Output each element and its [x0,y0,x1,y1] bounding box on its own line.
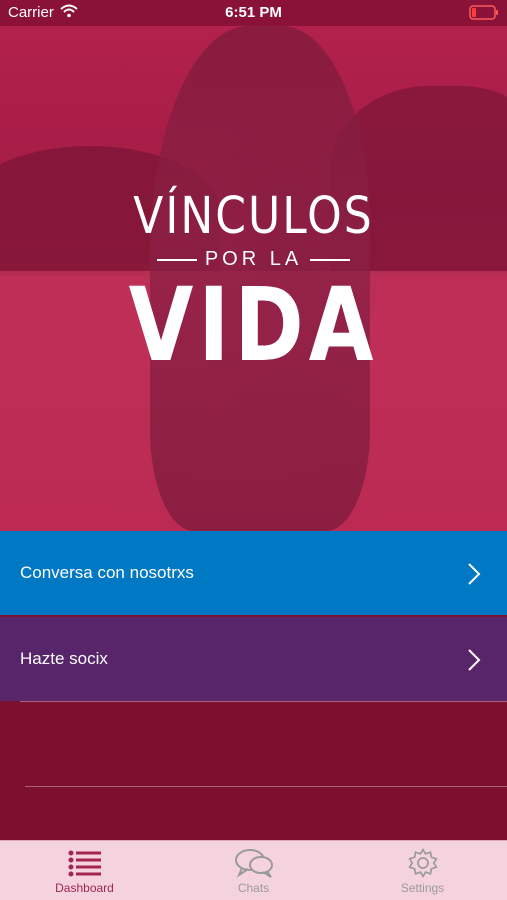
menu-item-label: Hazte socix [20,649,108,668]
battery-icon [469,5,499,20]
logo-line-1: VÍNCULOS [133,187,374,246]
tab-label: Chats [237,881,270,895]
status-time: 6:51 PM [225,4,282,21]
chevron-right-icon [467,562,481,586]
tab-label: Dashboard [55,881,114,895]
tab-chats[interactable]: Chats [169,841,338,900]
tab-label: Settings [400,881,445,895]
list-icon [68,850,101,877]
tab-settings[interactable]: Settings [338,841,507,900]
logo-rule [156,258,197,261]
hero-banner: VÍNCULOS POR LA VIDA [0,26,507,531]
app-logo: VÍNCULOS POR LA VIDA [0,187,507,385]
gear-icon [407,848,438,878]
chat-bubbles-icon [234,849,273,878]
tab-dashboard[interactable]: Dashboard [0,841,169,900]
row-divider [25,786,507,787]
chevron-right-icon [467,648,481,672]
menu-item-hazte-socix[interactable]: Hazte socix [0,617,507,701]
row-divider [20,701,507,702]
logo-line-3: VIDA [128,266,379,385]
logo-rule [310,258,351,261]
tab-bar: Dashboard Chats Settings [0,840,507,900]
status-bar: Carrier 6:51 PM [0,0,507,26]
menu-item-conversa[interactable]: Conversa con nosotrxs [0,531,507,615]
menu-item-label: Conversa con nosotrxs [20,563,194,582]
